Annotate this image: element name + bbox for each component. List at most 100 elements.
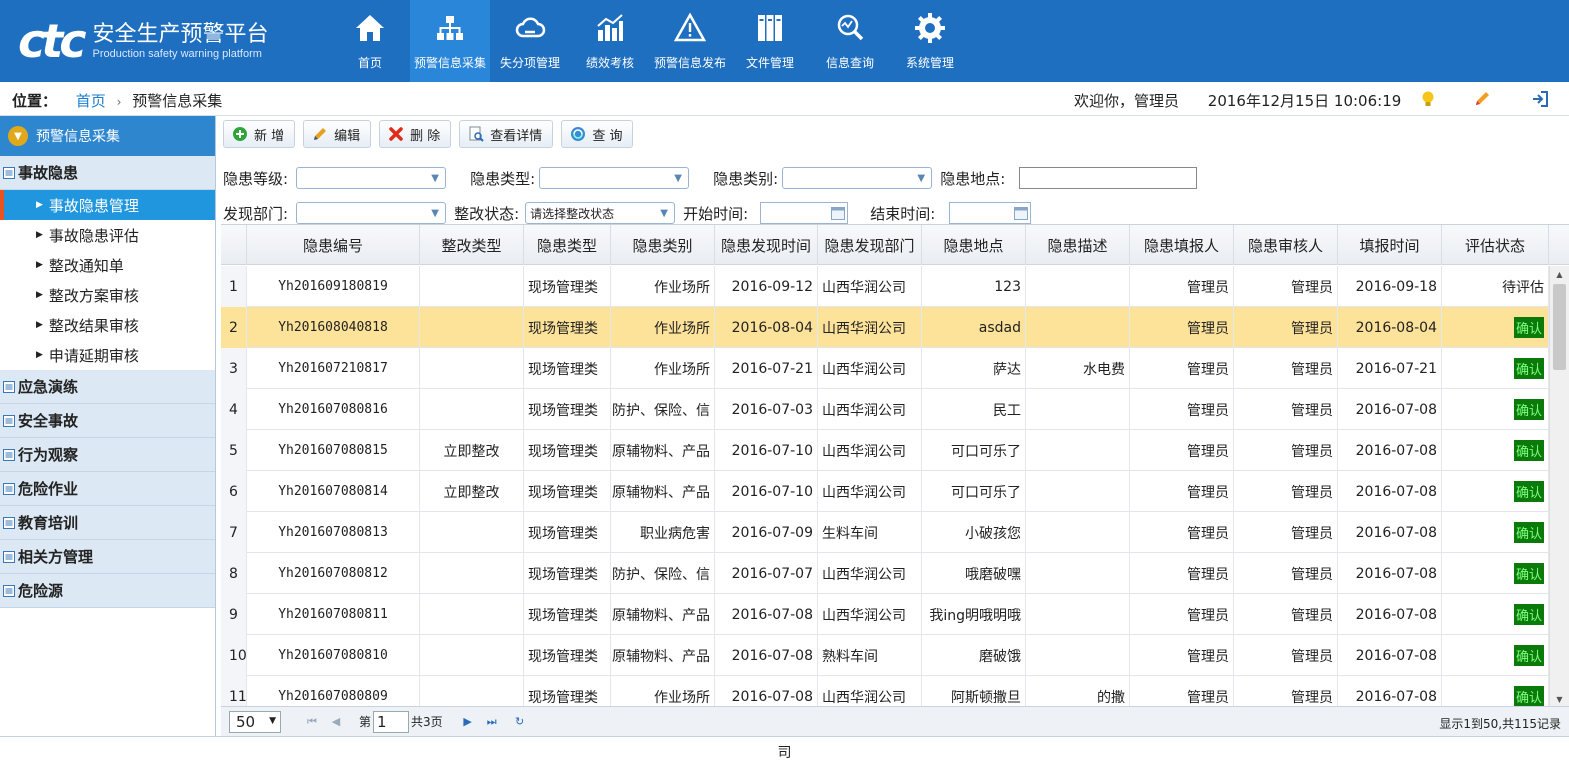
table-cell: 防护、保险、信 <box>611 553 715 594</box>
hazard-category-select[interactable]: ▼ <box>782 167 933 189</box>
sidebar-group-dangerous-work[interactable]: 危险作业 <box>0 472 215 506</box>
sidebar-item-extension-review[interactable]: ▶ 申请延期审核 <box>0 340 215 370</box>
nav-system[interactable]: 系统管理 <box>890 0 970 82</box>
table-row[interactable]: 11 Yh201607080809 现场管理类 作业场所 2016-07-08 山西华润公… <box>221 676 1549 706</box>
row-number: 11 <box>221 676 247 706</box>
edit-button[interactable]: 编辑 <box>303 120 372 148</box>
page-size-select[interactable]: 50 ▼ <box>229 710 281 733</box>
hazard-type-select[interactable]: ▼ <box>539 167 690 189</box>
lightbulb-icon[interactable] <box>1418 89 1438 109</box>
hazard-category-label: 隐患类别: <box>713 169 779 188</box>
nav-warning-publish[interactable]: 预警信息发布 <box>650 0 730 82</box>
table-cell: Yh201607080813 <box>247 512 420 553</box>
sidebar-item-plan-review[interactable]: ▶ 整改方案审核 <box>0 280 215 310</box>
column-header[interactable]: 隐患类别 <box>611 225 715 265</box>
sidebar-item-result-review[interactable]: ▶ 整改结果审核 <box>0 310 215 340</box>
column-header[interactable]: 隐患发现部门 <box>818 225 922 265</box>
sidebar-group-accident[interactable]: 安全事故 <box>0 404 215 438</box>
scrollbar-thumb[interactable] <box>1553 284 1566 370</box>
last-page-icon[interactable]: ⏭ <box>483 713 501 731</box>
calendar-icon[interactable] <box>831 206 846 220</box>
scroll-up-icon[interactable]: ▲ <box>1550 266 1569 282</box>
table-row[interactable]: 7 Yh201607080813 现场管理类 职业病危害 2016-07-09 生料车间小… <box>221 512 1549 553</box>
table-row[interactable]: 4 Yh201607080816 现场管理类 防护、保险、信 2016-07-03 山西华… <box>221 389 1549 430</box>
scroll-down-icon[interactable]: ▼ <box>1550 691 1569 706</box>
sidebar-group-training[interactable]: 教育培训 <box>0 506 215 540</box>
column-header[interactable]: 隐患编号 <box>247 225 420 265</box>
end-time-input[interactable] <box>949 202 1032 224</box>
table-row[interactable]: 3 Yh201607210817 现场管理类 作业场所 2016-07-21 山西华润公司… <box>221 348 1549 389</box>
row-number: 5 <box>221 430 247 471</box>
prev-page-icon[interactable]: ◀ <box>327 713 345 731</box>
breadcrumb-home-link[interactable]: 首页 <box>76 92 106 110</box>
sidebar-item-rectify-notice[interactable]: ▶ 整改通知单 <box>0 250 215 280</box>
calendar-icon[interactable] <box>1014 206 1029 220</box>
column-header[interactable]: 隐患描述 <box>1026 225 1130 265</box>
hazard-level-select[interactable]: ▼ <box>296 167 447 189</box>
table-cell: 山西华润公司 <box>818 348 922 389</box>
table-cell: 管理员 <box>1130 307 1234 348</box>
column-header[interactable]: 评估状态 <box>1442 225 1549 265</box>
sidebar-group-hazard-source[interactable]: 危险源 <box>0 574 215 608</box>
row-number: 4 <box>221 389 247 430</box>
tree-node-icon <box>2 482 16 496</box>
table-cell: 山西华润公司 <box>818 553 922 594</box>
rectify-status-select[interactable]: 请选择整改状态 ▼ <box>525 202 676 224</box>
add-button[interactable]: 新 增 <box>223 120 296 148</box>
column-header[interactable]: 隐患类型 <box>524 225 611 265</box>
table-cell: Yh201607080812 <box>247 553 420 594</box>
column-header[interactable] <box>221 225 247 265</box>
table-row[interactable]: 2 Yh201608040818 现场管理类 作业场所 2016-08-04 山西华润公司… <box>221 307 1549 348</box>
next-page-icon[interactable]: ▶ <box>459 713 477 731</box>
sidebar-group-drill[interactable]: 应急演练 <box>0 370 215 404</box>
table-cell: 2016-07-03 <box>715 389 818 430</box>
column-header[interactable]: 整改类型 <box>420 225 524 265</box>
delete-button[interactable]: 删 除 <box>379 120 452 148</box>
nav-performance[interactable]: 绩效考核 <box>570 0 650 82</box>
table-cell <box>1026 635 1130 676</box>
column-header[interactable]: 隐患发现时间 <box>715 225 818 265</box>
table-row[interactable]: 1 Yh201609180819 现场管理类 作业场所 2016-09-12 山西华润公司… <box>221 266 1549 307</box>
sidebar-item-hazard-assess[interactable]: ▶ 事故隐患评估 <box>0 220 215 250</box>
nav-home[interactable]: 首页 <box>330 0 410 82</box>
logout-icon[interactable] <box>1530 89 1550 109</box>
hazard-location-input[interactable] <box>1019 167 1198 189</box>
pencil-icon[interactable] <box>1472 89 1492 109</box>
table-cell: 现场管理类 <box>524 430 611 471</box>
column-header[interactable]: 隐患审核人 <box>1234 225 1338 265</box>
sidebar-item-hazard-manage[interactable]: ▶ 事故隐患管理 <box>0 190 215 220</box>
vertical-scrollbar[interactable]: ▲ ▼ <box>1549 266 1569 706</box>
sidebar-group-behavior[interactable]: 行为观察 <box>0 438 215 472</box>
discovery-dept-select[interactable]: ▼ <box>296 202 447 224</box>
table-cell: 2016-07-09 <box>715 512 818 553</box>
refresh-icon[interactable]: ↻ <box>511 713 529 731</box>
page-size-value: 50 <box>236 712 256 731</box>
page-number-input[interactable]: 1 <box>373 710 410 733</box>
view-detail-button[interactable]: 查看详情 <box>459 120 554 148</box>
nav-files[interactable]: 文件管理 <box>730 0 810 82</box>
table-row[interactable]: 8 Yh201607080812 现场管理类 防护、保险、信 2016-07-07 山西华… <box>221 553 1549 594</box>
table-row[interactable]: 5 Yh201607080815 立即整改 现场管理类 原辅物料、产品 2016-07-1… <box>221 430 1549 471</box>
table-row[interactable]: 10 Yh201607080810 现场管理类 原辅物料、产品 2016-07-08 熟料… <box>221 635 1549 676</box>
first-page-icon[interactable]: ⏮ <box>303 713 321 731</box>
table-cell: 管理员 <box>1130 594 1234 635</box>
table-row[interactable]: 9 Yh201607080811 现场管理类 原辅物料、产品 2016-07-08 山西华… <box>221 594 1549 635</box>
nav-lost-points[interactable]: 失分项管理 <box>490 0 570 82</box>
column-header[interactable]: 填报时间 <box>1338 225 1442 265</box>
table-cell: 立即整改 <box>420 471 524 512</box>
table-row[interactable]: 6 Yh201607080814 立即整改 现场管理类 原辅物料、产品 2016-07-1… <box>221 471 1549 512</box>
table-cell: 2016-07-08 <box>1338 594 1442 635</box>
column-header[interactable]: 隐患填报人 <box>1130 225 1234 265</box>
start-time-input[interactable] <box>760 202 849 224</box>
column-header[interactable]: 隐患地点 <box>922 225 1026 265</box>
table-cell: 原辅物料、产品 <box>611 471 715 512</box>
sidebar-title: 预警信息采集 <box>36 129 120 145</box>
nav-warning-collect[interactable]: 预警信息采集 <box>410 0 490 82</box>
nav-info-query[interactable]: 信息查询 <box>810 0 890 82</box>
sidebar-header[interactable]: ▼ 预警信息采集 <box>0 116 215 156</box>
sidebar-group-related-party[interactable]: 相关方管理 <box>0 540 215 574</box>
sidebar-group-hazard[interactable]: 事故隐患 <box>0 156 215 190</box>
toolbar: 新 增 编辑 删 除 查看详情 查 询 <box>223 120 641 150</box>
table-cell <box>420 594 524 635</box>
query-button[interactable]: 查 询 <box>561 120 634 148</box>
